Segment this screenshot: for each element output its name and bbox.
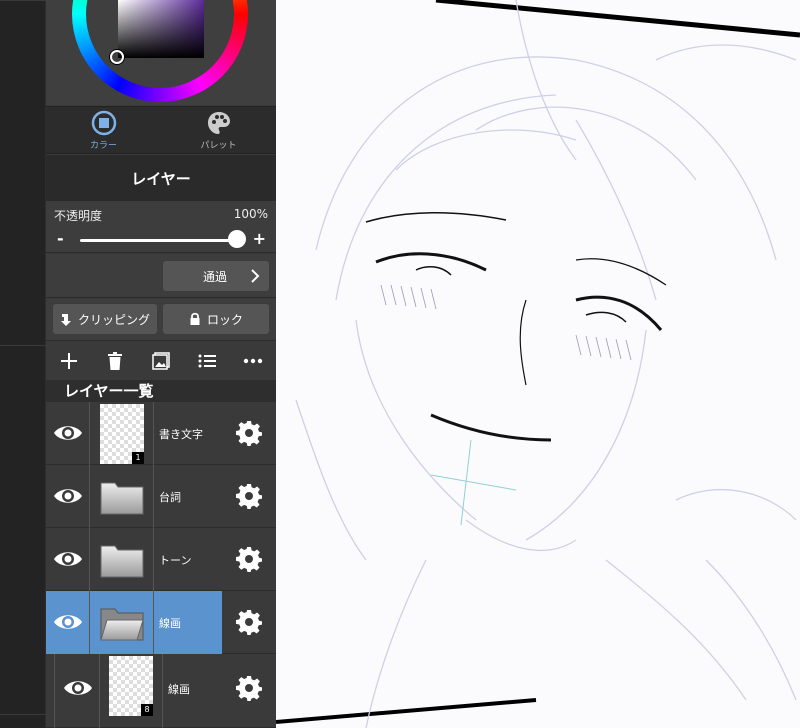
layer-row[interactable]: トーン [46,528,276,591]
list-icon [198,354,216,368]
opacity-slider-handle[interactable] [228,230,246,248]
blend-section: 通過 [46,254,276,298]
layer-thumbnail: 8 [109,656,153,716]
opacity-slider[interactable] [80,239,236,242]
opacity-value: 100% [233,207,268,221]
clipping-button[interactable]: クリッピング [53,304,157,334]
clip-lock-section: クリッピング ロック [46,299,276,341]
drawing-canvas[interactable] [276,0,800,728]
trash-icon [108,352,122,370]
layer-thumbnail: 1 [100,404,144,464]
eye-icon[interactable] [52,545,84,573]
opacity-label: 不透明度 [54,209,103,223]
blend-mode-button[interactable]: 通過 [163,261,269,291]
blend-mode-label: 通過 [203,269,228,284]
layer-name: 書き文字 [159,428,203,441]
panel-border [435,0,800,38]
eye-icon[interactable] [62,674,94,702]
sketch-artwork [276,0,800,728]
gear-icon[interactable] [236,609,262,635]
plus-icon [61,353,77,369]
lock-button[interactable]: ロック [163,304,269,334]
strip-divider [0,345,46,346]
folder-icon [100,482,144,515]
layer-toolbar [46,342,276,380]
strip-divider [0,0,46,1]
panel-border [276,698,537,724]
tab-color-label: カラー [89,140,117,151]
chevron-right-icon [251,269,260,283]
layer-list-button[interactable] [193,347,221,375]
color-tabs: カラー パレット [46,106,276,154]
more-icon [243,358,263,364]
strip-divider [0,714,46,715]
color-square-icon [91,110,116,135]
opacity-section: 不透明度 100% - + [46,201,276,253]
layer-image-button[interactable] [147,347,175,375]
image-icon [152,352,170,370]
color-wheel-area [46,0,276,105]
delete-layer-button[interactable] [101,347,129,375]
palette-icon [207,111,230,134]
eye-icon[interactable] [52,608,84,636]
tab-palette[interactable]: パレット [161,107,276,153]
layer-panel-title: レイヤー [46,155,276,201]
layer-name: トーン [159,554,192,567]
layer-list-title: レイヤー一覧 [46,380,276,402]
tab-color[interactable]: カラー [46,107,161,153]
tab-palette-label: パレット [200,140,237,151]
saturation-value-square[interactable] [118,0,204,58]
layer-name: 線画 [168,683,190,696]
gear-icon[interactable] [236,546,262,572]
layer-row[interactable]: 1 書き文字 [46,402,276,465]
layer-name: 台詞 [159,491,181,504]
gear-icon[interactable] [236,483,262,509]
eye-icon[interactable] [52,419,84,447]
eye-icon[interactable] [52,482,84,510]
gear-icon[interactable] [236,675,262,701]
side-panel: カラー パレット レイヤー 不透明度 100% - + 通過 クリッピング ロッ… [46,0,276,728]
left-tool-strip [0,0,46,728]
opacity-decrease-button[interactable]: - [57,229,64,248]
hue-knob[interactable] [110,50,124,64]
clipping-label: クリッピング [77,312,150,327]
lock-label: ロック [206,312,243,327]
layer-row-selected[interactable]: 線画 [46,591,276,654]
layer-badge: 8 [141,704,153,716]
clipping-arrow-icon [60,314,71,326]
sketch-lines [295,0,797,728]
gear-icon[interactable] [236,420,262,446]
guide-cross [430,439,517,526]
layer-row[interactable]: 8 線画 [46,654,276,728]
folder-open-icon [100,608,144,641]
layer-badge: 1 [132,452,144,464]
opacity-increase-button[interactable]: + [253,229,266,248]
inked-features [365,212,667,442]
lock-icon [190,312,200,325]
add-layer-button[interactable] [55,347,83,375]
layer-row[interactable]: 台詞 [46,465,276,528]
more-options-button[interactable] [239,347,267,375]
folder-icon [100,545,144,578]
layer-name: 線画 [159,617,181,630]
